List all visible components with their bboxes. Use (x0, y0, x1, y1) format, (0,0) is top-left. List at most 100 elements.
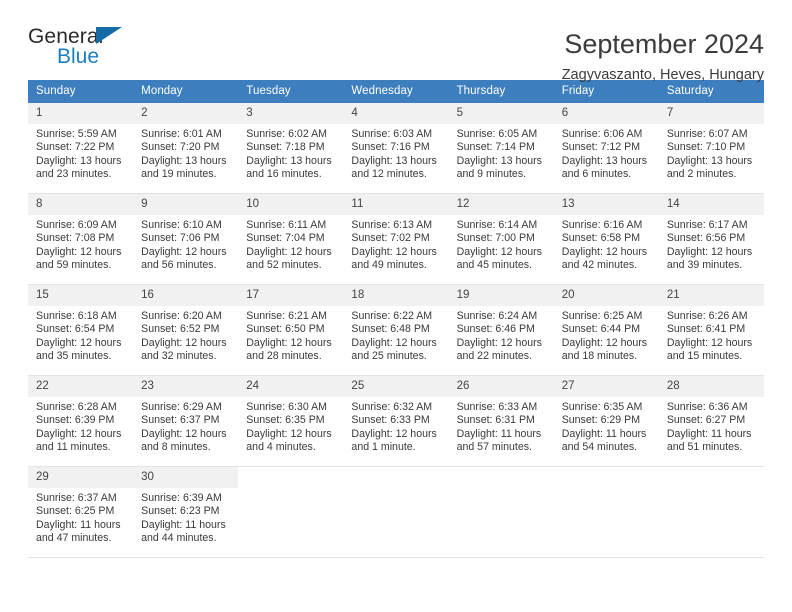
day-cell[interactable]: 26 Sunrise: 6:33 AM Sunset: 6:31 PM Dayl… (448, 376, 554, 466)
sunrise-text: Sunrise: 6:22 AM (351, 310, 433, 322)
sunset-text: Sunset: 6:41 PM (666, 323, 746, 336)
day-cell[interactable]: 4 Sunrise: 6:03 AM Sunset: 7:16 PM Dayli… (343, 103, 449, 193)
daylight-text-line2: and 4 minutes. (246, 441, 316, 454)
daylight-text-line1: Daylight: 12 hours (666, 245, 753, 258)
daylight-text-line2: and 25 minutes. (351, 350, 427, 363)
day-cell-empty (238, 467, 344, 557)
day-info: Sunrise: 6:20 AM Sunset: 6:52 PM Dayligh… (133, 306, 238, 364)
day-cell[interactable]: 27 Sunrise: 6:35 AM Sunset: 6:29 PM Dayl… (553, 376, 659, 466)
daylight-text-line2: and 39 minutes. (666, 259, 743, 272)
daylight-text-line2: and 59 minutes. (36, 259, 112, 272)
week-row: 22 Sunrise: 6:28 AM Sunset: 6:39 PM Dayl… (28, 376, 764, 467)
day-info: Sunrise: 6:37 AM Sunset: 6:25 PM Dayligh… (28, 488, 133, 546)
daylight-text-line2: and 44 minutes. (141, 532, 217, 545)
day-cell[interactable]: 8 Sunrise: 6:09 AM Sunset: 7:08 PM Dayli… (28, 194, 134, 284)
day-cell[interactable]: 12 Sunrise: 6:14 AM Sunset: 7:00 PM Dayl… (448, 194, 554, 284)
day-cell[interactable]: 22 Sunrise: 6:28 AM Sunset: 6:39 PM Dayl… (28, 376, 134, 466)
day-cell[interactable]: 17 Sunrise: 6:21 AM Sunset: 6:50 PM Dayl… (238, 285, 344, 375)
day-cell[interactable]: 29 Sunrise: 6:37 AM Sunset: 6:25 PM Dayl… (28, 467, 134, 557)
day-cell[interactable]: 24 Sunrise: 6:30 AM Sunset: 6:35 PM Dayl… (238, 376, 344, 466)
daylight-text-line1: Daylight: 12 hours (561, 336, 648, 349)
day-number (343, 467, 448, 488)
sunrise-text: Sunrise: 6:07 AM (666, 128, 748, 140)
sunset-text: Sunset: 6:46 PM (456, 323, 535, 336)
day-cell[interactable]: 19 Sunrise: 6:24 AM Sunset: 6:46 PM Dayl… (448, 285, 554, 375)
day-cell[interactable]: 25 Sunrise: 6:32 AM Sunset: 6:33 PM Dayl… (343, 376, 449, 466)
daylight-text-line1: Daylight: 12 hours (141, 336, 227, 349)
day-cell[interactable]: 28 Sunrise: 6:36 AM Sunset: 6:27 PM Dayl… (658, 376, 764, 466)
day-info: Sunrise: 6:05 AM Sunset: 7:14 PM Dayligh… (449, 124, 554, 182)
sunset-text: Sunset: 7:08 PM (36, 232, 115, 245)
week-row: 29 Sunrise: 6:37 AM Sunset: 6:25 PM Dayl… (28, 467, 764, 558)
sunrise-text: Sunrise: 6:16 AM (561, 219, 643, 231)
sunset-text: Sunset: 6:44 PM (561, 323, 641, 336)
day-cell[interactable]: 9 Sunrise: 6:10 AM Sunset: 7:06 PM Dayli… (133, 194, 239, 284)
daylight-text-line1: Daylight: 13 hours (246, 154, 332, 167)
day-cell[interactable]: 21 Sunrise: 6:26 AM Sunset: 6:41 PM Dayl… (658, 285, 764, 375)
sunrise-text: Sunrise: 6:37 AM (36, 492, 117, 504)
day-number: 9 (133, 194, 239, 215)
daylight-text-line2: and 23 minutes. (36, 168, 112, 181)
day-info: Sunrise: 6:25 AM Sunset: 6:44 PM Dayligh… (554, 306, 659, 364)
day-info: Sunrise: 6:28 AM Sunset: 6:39 PM Dayligh… (28, 397, 133, 455)
day-number: 19 (448, 285, 554, 306)
day-cell[interactable]: 2 Sunrise: 6:01 AM Sunset: 7:20 PM Dayli… (133, 103, 239, 193)
weekday-header-tuesday: Tuesday (246, 85, 291, 97)
sunrise-text: Sunrise: 6:33 AM (456, 401, 538, 413)
sunrise-text: Sunrise: 6:10 AM (141, 219, 222, 231)
day-info: Sunrise: 6:01 AM Sunset: 7:20 PM Dayligh… (133, 124, 238, 182)
day-cell[interactable]: 13 Sunrise: 6:16 AM Sunset: 6:58 PM Dayl… (553, 194, 659, 284)
sunset-text: Sunset: 6:52 PM (141, 323, 220, 336)
day-cell[interactable]: 10 Sunrise: 6:11 AM Sunset: 7:04 PM Dayl… (238, 194, 344, 284)
day-info: Sunrise: 6:39 AM Sunset: 6:23 PM Dayligh… (133, 488, 238, 546)
sunrise-text: Sunrise: 6:14 AM (456, 219, 538, 231)
day-info: Sunrise: 6:07 AM Sunset: 7:10 PM Dayligh… (659, 124, 764, 182)
daylight-text-line1: Daylight: 12 hours (36, 336, 122, 349)
day-cell[interactable]: 6 Sunrise: 6:06 AM Sunset: 7:12 PM Dayli… (553, 103, 659, 193)
daylight-text-line2: and 57 minutes. (456, 441, 532, 454)
daylight-text-line2: and 18 minutes. (561, 350, 638, 363)
day-cell[interactable]: 16 Sunrise: 6:20 AM Sunset: 6:52 PM Dayl… (133, 285, 239, 375)
sunrise-text: Sunrise: 6:25 AM (561, 310, 643, 322)
day-cell[interactable]: 5 Sunrise: 6:05 AM Sunset: 7:14 PM Dayli… (448, 103, 554, 193)
day-cell[interactable]: 30 Sunrise: 6:39 AM Sunset: 6:23 PM Dayl… (133, 467, 239, 557)
sunset-text: Sunset: 6:48 PM (351, 323, 430, 336)
sunset-text: Sunset: 7:18 PM (246, 141, 325, 154)
sunset-text: Sunset: 6:56 PM (666, 232, 746, 245)
week-row: 8 Sunrise: 6:09 AM Sunset: 7:08 PM Dayli… (28, 194, 764, 285)
day-cell[interactable]: 1 Sunrise: 5:59 AM Sunset: 7:22 PM Dayli… (28, 103, 134, 193)
day-cell[interactable]: 11 Sunrise: 6:13 AM Sunset: 7:02 PM Dayl… (343, 194, 449, 284)
daylight-text-line2: and 56 minutes. (141, 259, 217, 272)
daylight-text-line1: Daylight: 11 hours (141, 518, 226, 531)
weekday-header-row: Sunday Monday Tuesday Wednesday Thursday… (28, 80, 764, 103)
day-number: 17 (238, 285, 344, 306)
day-cell[interactable]: 20 Sunrise: 6:25 AM Sunset: 6:44 PM Dayl… (553, 285, 659, 375)
day-number: 1 (28, 103, 134, 124)
day-number (449, 467, 554, 488)
day-cell-empty (553, 467, 659, 557)
day-number: 16 (133, 285, 239, 306)
daylight-text-line2: and 1 minute. (351, 441, 416, 454)
sunrise-text: Sunrise: 6:18 AM (36, 310, 117, 322)
day-cell[interactable]: 23 Sunrise: 6:29 AM Sunset: 6:37 PM Dayl… (133, 376, 239, 466)
daylight-text-line1: Daylight: 12 hours (246, 427, 332, 440)
day-info: Sunrise: 6:35 AM Sunset: 6:29 PM Dayligh… (554, 397, 659, 455)
day-info: Sunrise: 6:22 AM Sunset: 6:48 PM Dayligh… (343, 306, 448, 364)
day-cell[interactable]: 7 Sunrise: 6:07 AM Sunset: 7:10 PM Dayli… (658, 103, 764, 193)
day-number: 15 (28, 285, 134, 306)
day-number: 6 (553, 103, 659, 124)
day-info: Sunrise: 6:21 AM Sunset: 6:50 PM Dayligh… (238, 306, 343, 364)
daylight-text-line1: Daylight: 12 hours (351, 427, 437, 440)
sunrise-text: Sunrise: 6:03 AM (351, 128, 433, 140)
day-cell[interactable]: 18 Sunrise: 6:22 AM Sunset: 6:48 PM Dayl… (343, 285, 449, 375)
sunrise-text: Sunrise: 6:06 AM (561, 128, 643, 140)
sunset-text: Sunset: 7:02 PM (351, 232, 430, 245)
general-blue-logo[interactable]: General Blue (28, 26, 178, 74)
day-cell[interactable]: 15 Sunrise: 6:18 AM Sunset: 6:54 PM Dayl… (28, 285, 134, 375)
weekday-header-saturday: Saturday (666, 85, 714, 97)
daylight-text-line2: and 16 minutes. (246, 168, 322, 181)
sunrise-text: Sunrise: 6:01 AM (141, 128, 222, 140)
day-cell[interactable]: 3 Sunrise: 6:02 AM Sunset: 7:18 PM Dayli… (238, 103, 344, 193)
daylight-text-line1: Daylight: 12 hours (351, 336, 437, 349)
day-cell[interactable]: 14 Sunrise: 6:17 AM Sunset: 6:56 PM Dayl… (658, 194, 764, 284)
